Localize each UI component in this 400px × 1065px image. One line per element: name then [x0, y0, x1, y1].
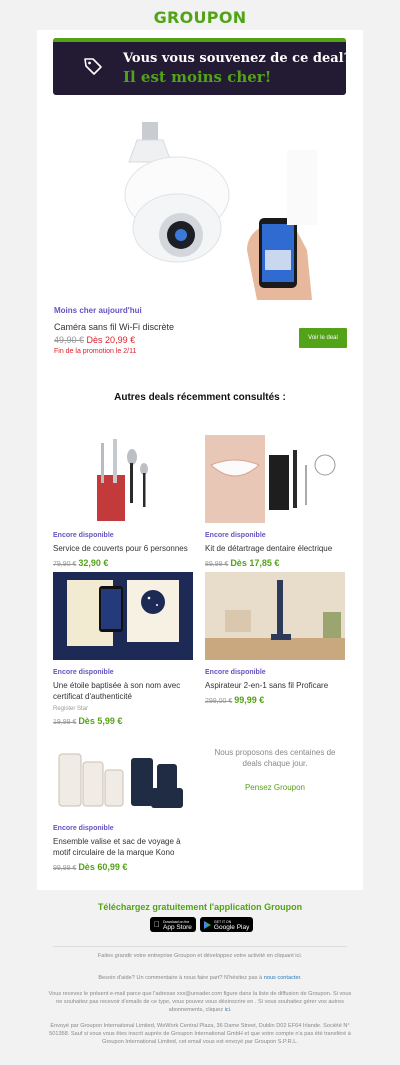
- smile-face: [205, 435, 265, 523]
- deal-new-price: Dès 17,85 €: [230, 558, 280, 568]
- footer-divider: [53, 946, 347, 947]
- deal-image-luggage: [53, 728, 193, 816]
- spoon: [127, 449, 137, 465]
- footer-legal-text: Vous recevez le présent e-mail parce que…: [48, 991, 352, 1013]
- deal-status-label: Encore disponible: [205, 669, 266, 676]
- app-store-text: App Store: [157, 923, 192, 931]
- contact-us-link[interactable]: nous contacter: [264, 975, 300, 981]
- knife: [113, 439, 117, 483]
- kit-case: [269, 455, 289, 510]
- deal-card-luggage[interactable]: Encore disponible Ensemble valise et sac…: [53, 728, 193, 872]
- footer-legal-address: Envoyé par Groupon International Limited…: [49, 1023, 351, 1045]
- banner-subheadline: Il est moins cher!: [123, 68, 272, 86]
- play-icon: [203, 920, 211, 929]
- view-deal-button[interactable]: Voir le deal: [299, 328, 347, 348]
- hero-price-row: 49,90 € Dès 20,99 €: [54, 335, 135, 345]
- floor: [205, 638, 345, 660]
- deal-old-price: 99,99 €: [53, 865, 77, 872]
- price-tag-icon: [84, 58, 102, 75]
- bulb-socket: [142, 122, 158, 140]
- deal-price-row: 19,99 € Dès 5,99 €: [53, 716, 193, 726]
- deal-name[interactable]: Kit de détartrage dentaire électrique: [205, 543, 345, 554]
- google-play-badge[interactable]: GET IT ON Google Play: [199, 917, 254, 932]
- deal-new-price: 99,99 €: [234, 695, 265, 705]
- deal-image-dental-kit: [205, 435, 345, 523]
- footer-legal-subscription: Vous recevez le présent e-mail parce que…: [48, 991, 352, 1013]
- app-store-badge[interactable]:  Download on the App Store: [150, 917, 196, 932]
- email-card: Vous vous souvenez de ce deal? Il est mo…: [37, 30, 363, 890]
- promo-block: Nous proposons des centaines de deals ch…: [205, 747, 345, 792]
- section-title: Autres deals récemment consultés :: [114, 392, 286, 403]
- deal-image-cutlery: [53, 435, 193, 523]
- vacuum-stick: [277, 580, 283, 638]
- think-groupon-link[interactable]: Pensez Groupon: [205, 783, 345, 792]
- vacuum-head: [271, 634, 291, 640]
- travel-bag: [151, 788, 183, 808]
- footer-help-text: Besoin d'aide? Un commentaire à nous fai…: [98, 975, 263, 981]
- deal-image-star-certificate: [53, 572, 193, 660]
- store-badges:  Download on the App Store GET IT ON Go…: [150, 917, 254, 932]
- banner-headline: Vous vous souvenez de ce deal?: [123, 51, 346, 66]
- deal-status-label: Encore disponible: [53, 825, 114, 832]
- app-download-title: Téléchargez gratuitement l'application G…: [97, 902, 303, 912]
- deal-new-price: Dès 5,99 €: [78, 716, 123, 726]
- footer-help: Besoin d'aide? Un commentaire à nous fai…: [98, 975, 302, 981]
- hero-deal-name[interactable]: Caméra sans fil Wi-Fi discrète: [54, 322, 174, 332]
- deal-old-price: 89,99 €: [205, 561, 229, 568]
- deal-old-price: 79,90 €: [53, 561, 77, 568]
- suitcase-large: [58, 753, 82, 807]
- groupon-logo[interactable]: GROUPON: [0, 8, 400, 27]
- price-drop-banner: Vous vous souvenez de ce deal? Il est mo…: [53, 38, 346, 95]
- deal-old-price: 299,00 €: [205, 698, 233, 705]
- deal-price-row: 79,90 € 32,90 €: [53, 558, 193, 568]
- google-play-text: Google Play: [207, 923, 249, 931]
- hero-old-price: 49,90 €: [54, 335, 85, 345]
- hero-new-price: Dès 20,99 €: [86, 335, 136, 345]
- plant: [323, 612, 341, 638]
- hero-product-image[interactable]: [107, 110, 327, 305]
- deal-card-dental-kit[interactable]: Encore disponible Kit de détartrage dent…: [205, 435, 345, 568]
- deal-price-row: 89,99 € Dès 17,85 €: [205, 558, 345, 568]
- suitcase-navy: [131, 758, 153, 806]
- deal-name[interactable]: Ensemble valise et sac de voyage à motif…: [53, 836, 193, 858]
- promo-text: Nous proposons des centaines de deals ch…: [214, 748, 336, 768]
- phone-video-feed: [265, 250, 291, 270]
- deal-merchant: Register Star: [53, 706, 89, 712]
- deal-card-cutlery[interactable]: Encore disponible Service de couverts po…: [53, 435, 193, 568]
- deal-status-label: Encore disponible: [53, 532, 114, 539]
- footer-grow-business[interactable]: Faites grandir votre entreprise Groupon …: [48, 952, 352, 960]
- deal-name[interactable]: Service de couverts pour 6 personnes: [53, 543, 193, 554]
- deal-image-vacuum: [205, 572, 345, 660]
- deal-name[interactable]: Une étoile baptisée à son nom avec certi…: [53, 680, 193, 702]
- deal-new-price: Dès 60,99 €: [78, 862, 128, 872]
- banner-accent-stripe: [53, 38, 346, 42]
- deal-price-row: 299,00 € 99,99 €: [205, 695, 345, 705]
- scaler-device: [293, 450, 297, 508]
- deal-name[interactable]: Aspirateur 2-en-1 sans fil Proficare: [205, 680, 345, 691]
- fork: [101, 443, 104, 483]
- deal-card-star[interactable]: Encore disponible Une étoile baptisée à …: [53, 572, 193, 726]
- deal-card-vacuum[interactable]: Encore disponible Aspirateur 2-en-1 sans…: [205, 572, 345, 705]
- deal-price-row: 99,99 € Dès 60,99 €: [53, 862, 193, 872]
- side-table: [225, 610, 251, 632]
- camera-lens-glass: [175, 229, 187, 241]
- deal-new-price: 32,90 €: [78, 558, 109, 568]
- deal-old-price: 19,99 €: [53, 719, 77, 726]
- deal-status-label: Encore disponible: [53, 669, 114, 676]
- background-panel: [287, 150, 317, 225]
- deal-status-label: Encore disponible: [205, 532, 266, 539]
- promo-end-date: Fin de la promotion le 2/11: [54, 348, 137, 355]
- apple-icon: : [154, 920, 160, 929]
- hero-status-label: Moins cher aujourd'hui: [54, 306, 142, 315]
